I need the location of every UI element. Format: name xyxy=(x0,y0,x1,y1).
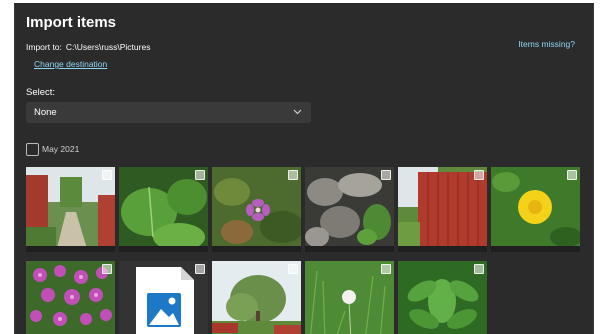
photo-tile[interactable] xyxy=(398,261,487,334)
import-to-label: Import to: xyxy=(26,42,62,52)
photo-select-checkbox[interactable] xyxy=(474,264,484,274)
photo-select-checkbox[interactable] xyxy=(381,264,391,274)
change-destination-link[interactable]: Change destination xyxy=(34,59,107,69)
import-path: C:\Users\russ\Pictures xyxy=(65,42,151,52)
photo-select-checkbox[interactable] xyxy=(474,170,484,180)
photo-select-checkbox[interactable] xyxy=(195,170,205,180)
photo-select-checkbox[interactable] xyxy=(288,170,298,180)
photo-tile[interactable] xyxy=(26,261,115,334)
import-items-dialog: Import items Import to: C:\Users\russ\Pic… xyxy=(14,3,594,334)
photo-select-checkbox[interactable] xyxy=(567,170,577,180)
import-destination: Import to: C:\Users\russ\Pictures xyxy=(26,42,150,52)
dialog-title: Import items xyxy=(26,14,117,31)
photo-tile[interactable] xyxy=(212,167,301,252)
photo-tile[interactable] xyxy=(119,167,208,252)
file-tile[interactable] xyxy=(119,261,208,334)
chevron-down-icon xyxy=(293,109,302,115)
items-missing-link[interactable]: Items missing? xyxy=(518,39,575,49)
photo-select-checkbox[interactable] xyxy=(102,170,112,180)
photo-tile[interactable] xyxy=(305,261,394,334)
photo-select-checkbox[interactable] xyxy=(195,264,205,274)
select-label: Select: xyxy=(26,87,56,98)
select-value: None xyxy=(34,107,57,118)
group-date-label: May 2021 xyxy=(42,144,80,154)
photo-tile[interactable] xyxy=(26,167,115,252)
photo-select-checkbox[interactable] xyxy=(381,170,391,180)
select-dropdown[interactable]: None xyxy=(26,102,311,123)
photo-tile[interactable] xyxy=(212,261,301,334)
photo-select-checkbox[interactable] xyxy=(288,264,298,274)
group-select-checkbox[interactable] xyxy=(26,143,39,156)
photo-tile[interactable] xyxy=(398,167,487,252)
photo-select-checkbox[interactable] xyxy=(102,264,112,274)
photo-tile[interactable] xyxy=(491,167,580,252)
photo-tile[interactable] xyxy=(305,167,394,252)
